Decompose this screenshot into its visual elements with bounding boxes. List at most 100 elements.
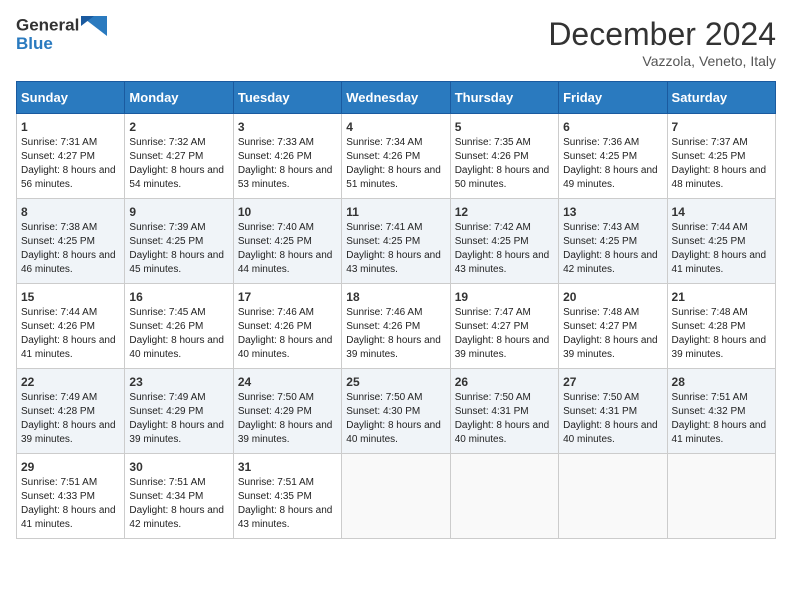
sunrise-text: Sunrise: 7:44 AM (672, 221, 771, 235)
sunrise-text: Sunrise: 7:37 AM (672, 136, 771, 150)
calendar-cell: 14 Sunrise: 7:44 AM Sunset: 4:25 PM Dayl… (667, 199, 775, 284)
header-wednesday: Wednesday (342, 82, 450, 114)
sunrise-text: Sunrise: 7:45 AM (129, 306, 228, 320)
daylight-text: Daylight: 8 hours and 46 minutes. (21, 249, 120, 277)
day-number: 7 (672, 120, 771, 134)
sunset-text: Sunset: 4:25 PM (346, 235, 445, 249)
sunset-text: Sunset: 4:26 PM (346, 150, 445, 164)
sunset-text: Sunset: 4:31 PM (455, 405, 554, 419)
cell-info: Sunrise: 7:41 AM Sunset: 4:25 PM Dayligh… (346, 221, 445, 277)
calendar-cell: 8 Sunrise: 7:38 AM Sunset: 4:25 PM Dayli… (17, 199, 125, 284)
calendar-cell: 27 Sunrise: 7:50 AM Sunset: 4:31 PM Dayl… (559, 369, 667, 454)
sunset-text: Sunset: 4:25 PM (563, 150, 662, 164)
daylight-text: Daylight: 8 hours and 39 minutes. (238, 419, 337, 447)
calendar-cell: 15 Sunrise: 7:44 AM Sunset: 4:26 PM Dayl… (17, 284, 125, 369)
calendar-cell: 26 Sunrise: 7:50 AM Sunset: 4:31 PM Dayl… (450, 369, 558, 454)
calendar-cell: 6 Sunrise: 7:36 AM Sunset: 4:25 PM Dayli… (559, 114, 667, 199)
calendar-cell: 18 Sunrise: 7:46 AM Sunset: 4:26 PM Dayl… (342, 284, 450, 369)
day-number: 15 (21, 290, 120, 304)
week-row-2: 8 Sunrise: 7:38 AM Sunset: 4:25 PM Dayli… (17, 199, 776, 284)
daylight-text: Daylight: 8 hours and 42 minutes. (563, 249, 662, 277)
calendar-cell (450, 454, 558, 539)
calendar-cell: 12 Sunrise: 7:42 AM Sunset: 4:25 PM Dayl… (450, 199, 558, 284)
sunset-text: Sunset: 4:25 PM (21, 235, 120, 249)
daylight-text: Daylight: 8 hours and 42 minutes. (129, 504, 228, 532)
sunset-text: Sunset: 4:28 PM (21, 405, 120, 419)
week-row-5: 29 Sunrise: 7:51 AM Sunset: 4:33 PM Dayl… (17, 454, 776, 539)
daylight-text: Daylight: 8 hours and 41 minutes. (672, 249, 771, 277)
calendar-cell: 5 Sunrise: 7:35 AM Sunset: 4:26 PM Dayli… (450, 114, 558, 199)
location-subtitle: Vazzola, Veneto, Italy (548, 53, 776, 69)
sunrise-text: Sunrise: 7:32 AM (129, 136, 228, 150)
sunset-text: Sunset: 4:35 PM (238, 490, 337, 504)
sunrise-text: Sunrise: 7:34 AM (346, 136, 445, 150)
sunrise-text: Sunrise: 7:41 AM (346, 221, 445, 235)
sunset-text: Sunset: 4:26 PM (21, 320, 120, 334)
calendar-cell: 22 Sunrise: 7:49 AM Sunset: 4:28 PM Dayl… (17, 369, 125, 454)
daylight-text: Daylight: 8 hours and 43 minutes. (238, 504, 337, 532)
day-number: 21 (672, 290, 771, 304)
cell-info: Sunrise: 7:51 AM Sunset: 4:33 PM Dayligh… (21, 476, 120, 532)
calendar-cell: 28 Sunrise: 7:51 AM Sunset: 4:32 PM Dayl… (667, 369, 775, 454)
days-header-row: SundayMondayTuesdayWednesdayThursdayFrid… (17, 82, 776, 114)
logo-text: General Blue (16, 16, 107, 54)
sunset-text: Sunset: 4:34 PM (129, 490, 228, 504)
sunrise-text: Sunrise: 7:49 AM (129, 391, 228, 405)
sunrise-text: Sunrise: 7:47 AM (455, 306, 554, 320)
sunrise-text: Sunrise: 7:51 AM (21, 476, 120, 490)
logo: General Blue (16, 16, 107, 54)
cell-info: Sunrise: 7:33 AM Sunset: 4:26 PM Dayligh… (238, 136, 337, 192)
sunrise-text: Sunrise: 7:46 AM (238, 306, 337, 320)
header-thursday: Thursday (450, 82, 558, 114)
sunrise-text: Sunrise: 7:39 AM (129, 221, 228, 235)
logo-icon (81, 16, 107, 36)
calendar-cell: 23 Sunrise: 7:49 AM Sunset: 4:29 PM Dayl… (125, 369, 233, 454)
sunset-text: Sunset: 4:27 PM (563, 320, 662, 334)
sunset-text: Sunset: 4:25 PM (672, 150, 771, 164)
cell-info: Sunrise: 7:37 AM Sunset: 4:25 PM Dayligh… (672, 136, 771, 192)
sunset-text: Sunset: 4:25 PM (238, 235, 337, 249)
week-row-3: 15 Sunrise: 7:44 AM Sunset: 4:26 PM Dayl… (17, 284, 776, 369)
sunrise-text: Sunrise: 7:43 AM (563, 221, 662, 235)
daylight-text: Daylight: 8 hours and 39 minutes. (21, 419, 120, 447)
daylight-text: Daylight: 8 hours and 39 minutes. (455, 334, 554, 362)
sunset-text: Sunset: 4:28 PM (672, 320, 771, 334)
cell-info: Sunrise: 7:44 AM Sunset: 4:25 PM Dayligh… (672, 221, 771, 277)
day-number: 8 (21, 205, 120, 219)
day-number: 28 (672, 375, 771, 389)
sunset-text: Sunset: 4:26 PM (455, 150, 554, 164)
daylight-text: Daylight: 8 hours and 39 minutes. (129, 419, 228, 447)
day-number: 27 (563, 375, 662, 389)
title-area: December 2024 Vazzola, Veneto, Italy (548, 16, 776, 69)
sunset-text: Sunset: 4:31 PM (563, 405, 662, 419)
sunset-text: Sunset: 4:25 PM (672, 235, 771, 249)
daylight-text: Daylight: 8 hours and 40 minutes. (346, 419, 445, 447)
cell-info: Sunrise: 7:51 AM Sunset: 4:35 PM Dayligh… (238, 476, 337, 532)
sunrise-text: Sunrise: 7:48 AM (672, 306, 771, 320)
month-title: December 2024 (548, 16, 776, 53)
daylight-text: Daylight: 8 hours and 43 minutes. (346, 249, 445, 277)
calendar-cell: 30 Sunrise: 7:51 AM Sunset: 4:34 PM Dayl… (125, 454, 233, 539)
daylight-text: Daylight: 8 hours and 54 minutes. (129, 164, 228, 192)
daylight-text: Daylight: 8 hours and 49 minutes. (563, 164, 662, 192)
day-number: 3 (238, 120, 337, 134)
header-monday: Monday (125, 82, 233, 114)
calendar-cell: 7 Sunrise: 7:37 AM Sunset: 4:25 PM Dayli… (667, 114, 775, 199)
calendar-cell: 17 Sunrise: 7:46 AM Sunset: 4:26 PM Dayl… (233, 284, 341, 369)
sunset-text: Sunset: 4:25 PM (455, 235, 554, 249)
cell-info: Sunrise: 7:50 AM Sunset: 4:30 PM Dayligh… (346, 391, 445, 447)
calendar-cell: 29 Sunrise: 7:51 AM Sunset: 4:33 PM Dayl… (17, 454, 125, 539)
day-number: 1 (21, 120, 120, 134)
calendar-cell: 20 Sunrise: 7:48 AM Sunset: 4:27 PM Dayl… (559, 284, 667, 369)
cell-info: Sunrise: 7:42 AM Sunset: 4:25 PM Dayligh… (455, 221, 554, 277)
daylight-text: Daylight: 8 hours and 41 minutes. (21, 504, 120, 532)
day-number: 19 (455, 290, 554, 304)
cell-info: Sunrise: 7:51 AM Sunset: 4:32 PM Dayligh… (672, 391, 771, 447)
daylight-text: Daylight: 8 hours and 51 minutes. (346, 164, 445, 192)
calendar-cell (667, 454, 775, 539)
sunset-text: Sunset: 4:29 PM (129, 405, 228, 419)
daylight-text: Daylight: 8 hours and 39 minutes. (672, 334, 771, 362)
cell-info: Sunrise: 7:44 AM Sunset: 4:26 PM Dayligh… (21, 306, 120, 362)
cell-info: Sunrise: 7:39 AM Sunset: 4:25 PM Dayligh… (129, 221, 228, 277)
sunset-text: Sunset: 4:32 PM (672, 405, 771, 419)
